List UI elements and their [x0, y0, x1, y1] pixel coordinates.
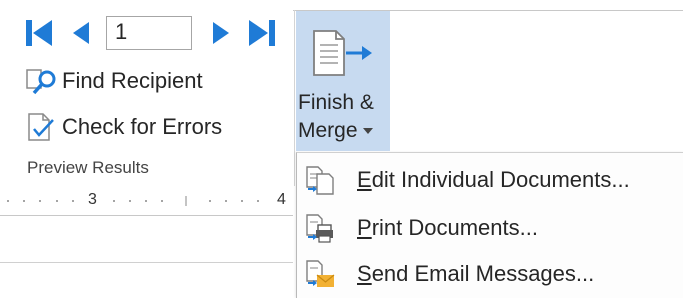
finish-merge-menu: Edit Individual Documents... Print Docum… [296, 152, 683, 298]
group-label: Preview Results [27, 158, 149, 177]
document-divider [0, 262, 293, 263]
ruler-mark-3: 3 [88, 191, 97, 208]
next-record-icon[interactable] [210, 18, 232, 50]
menu-item-accelerator: P [357, 215, 372, 240]
finish-merge-line2: Merge [298, 119, 358, 142]
find-recipient-icon [26, 69, 56, 95]
ruler-bottom-border [0, 215, 293, 216]
finish-and-merge-button[interactable]: Finish & Merge [296, 11, 390, 151]
find-recipient-button[interactable]: Find Recipient [26, 64, 203, 98]
check-for-errors-icon [28, 113, 54, 141]
menu-item-text: end Email Messages... [371, 261, 595, 286]
previous-record-icon[interactable] [70, 18, 92, 50]
finish-merge-line1: Finish & [298, 91, 374, 114]
menu-item-text: rint Documents... [371, 215, 538, 240]
last-record-icon[interactable] [247, 18, 277, 50]
check-for-errors-label: Check for Errors [62, 114, 223, 139]
finish-merge-icon [313, 30, 372, 76]
find-recipient-label: Find Recipient [62, 68, 203, 93]
menu-item-send-email-messages[interactable]: Send Email Messages... [297, 251, 683, 297]
menu-item-text: dit Individual Documents... [371, 167, 630, 192]
print-documents-icon [306, 214, 333, 243]
send-email-icon [306, 260, 335, 287]
menu-item-edit-individual-documents[interactable]: Edit Individual Documents... [297, 157, 683, 203]
record-number-input[interactable]: 1 [106, 16, 192, 50]
horizontal-ruler: 3 4 [0, 188, 293, 216]
group-separator [294, 10, 295, 186]
menu-item-label: Print Documents... [357, 215, 538, 241]
menu-item-label: Edit Individual Documents... [357, 167, 630, 193]
finish-merge-label: Finish & Merge [298, 89, 374, 145]
ruler-ticks [7, 196, 259, 206]
ruler-mark-4: 4 [277, 191, 286, 208]
menu-item-accelerator: E [357, 167, 372, 192]
check-for-errors-button[interactable]: Check for Errors [26, 110, 222, 144]
menu-item-accelerator: S [357, 261, 372, 286]
word-mailings-ribbon: 1 Find Recipient Check for Errors Previe… [0, 0, 683, 298]
edit-documents-icon [306, 166, 334, 195]
menu-item-label: Send Email Messages... [357, 261, 594, 287]
chevron-down-icon [362, 128, 373, 135]
menu-item-print-documents[interactable]: Print Documents... [297, 205, 683, 251]
first-record-icon[interactable] [25, 18, 55, 50]
